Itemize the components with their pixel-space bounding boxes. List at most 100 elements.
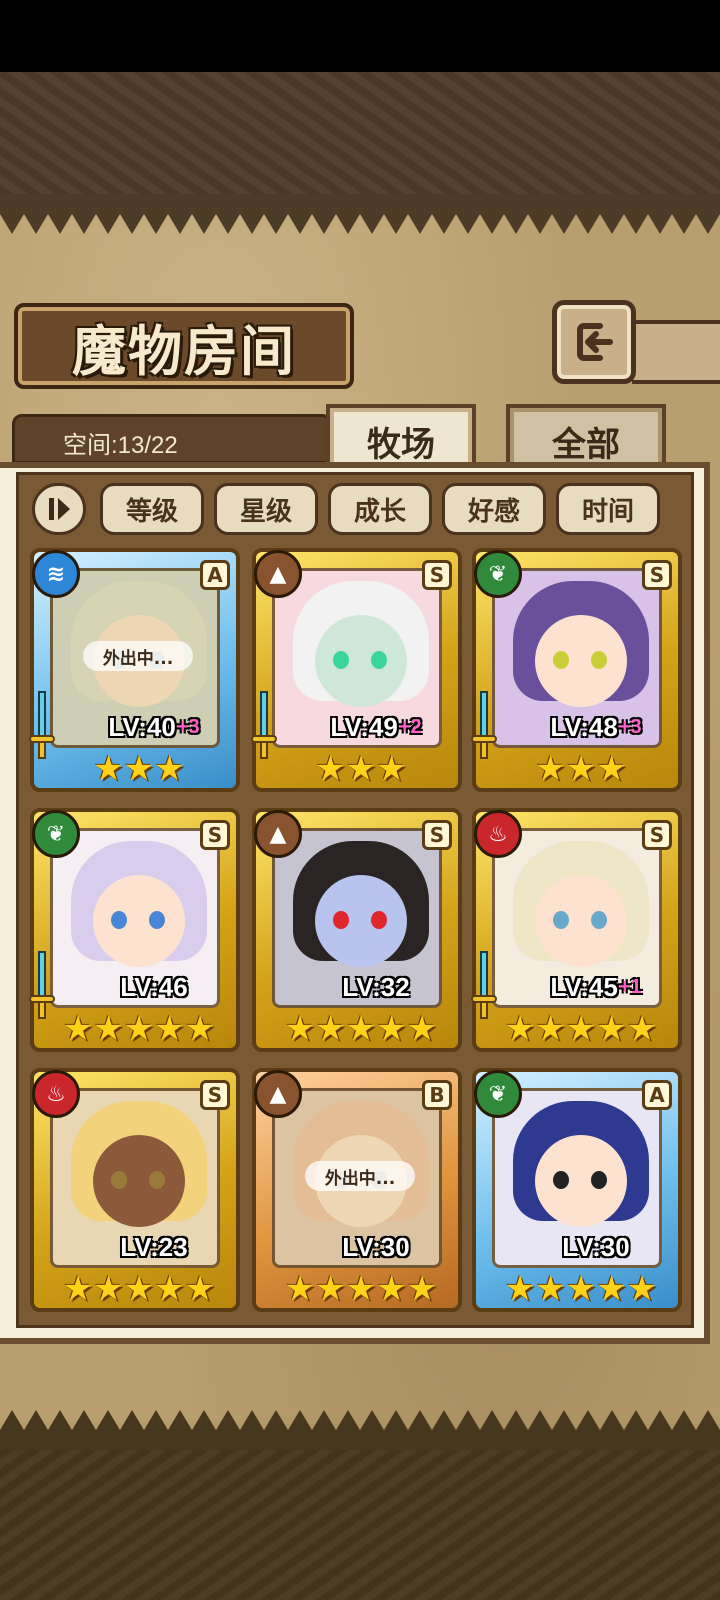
monster-eye: [149, 911, 165, 929]
monster-face: [315, 875, 407, 967]
title-plate: 魔物房间: [14, 303, 354, 389]
monster-card[interactable]: 外出中... ≋ A LV:40 +3 ★★★: [29, 548, 240, 792]
star-rating: ★★★★★: [284, 1269, 438, 1309]
monster-face: [535, 1135, 627, 1227]
monster-card[interactable]: ❦ A LV:30 ★★★★★: [472, 1068, 682, 1312]
monster-eye: [553, 1171, 569, 1189]
monster-face: [93, 1135, 185, 1227]
away-status-label: 外出中...: [305, 1161, 415, 1191]
monster-level: LV:46: [74, 970, 234, 1004]
monster-face: [315, 615, 407, 707]
monster-level: LV:23: [74, 1230, 234, 1264]
monster-card[interactable]: 外出中... ▲ B LV:30 ★★★★★: [252, 1068, 462, 1312]
monster-eye: [591, 651, 607, 669]
level-value: LV:23: [120, 1231, 188, 1262]
level-bonus: +3: [618, 715, 642, 738]
monster-face: [535, 875, 627, 967]
rank-badge: B: [422, 1080, 452, 1110]
sort-order-toggle[interactable]: [32, 483, 86, 535]
level-value: LV:30: [342, 1231, 410, 1262]
rank-badge: S: [200, 820, 230, 850]
star-rating: ★★★★★: [62, 1269, 216, 1309]
sort-by-level-button[interactable]: 等级: [100, 483, 204, 535]
fire-icon: ♨: [474, 810, 522, 858]
water-icon: ≋: [32, 550, 80, 598]
level-bonus: +2: [398, 715, 422, 738]
level-value: LV:49: [330, 711, 398, 742]
monster-eye: [371, 651, 387, 669]
star-rating: ★★★★★: [284, 1009, 438, 1049]
monster-level: LV:49 +2: [296, 710, 456, 744]
monster-card[interactable]: ❦ S LV:48 +3 ★★★: [471, 548, 682, 792]
background-map-top: [0, 72, 720, 194]
earth-icon: ▲: [254, 1070, 302, 1118]
leaf-icon: ❦: [474, 550, 522, 598]
sort-by-affection-button[interactable]: 好感: [442, 483, 546, 535]
monster-eye: [149, 1171, 165, 1189]
level-value: LV:30: [562, 1231, 630, 1262]
rank-badge: A: [200, 560, 230, 590]
star-rating: ★★★: [315, 749, 407, 789]
monster-eye: [333, 651, 349, 669]
monster-eye: [333, 911, 349, 929]
star-rating: ★★★★★: [62, 1009, 216, 1049]
monster-level: LV:40 +3: [74, 710, 234, 744]
page-title: 魔物房间: [72, 318, 296, 383]
level-value: LV:32: [342, 971, 410, 1002]
rank-badge: S: [422, 560, 452, 590]
back-button[interactable]: [552, 300, 636, 384]
parchment-bottom-edge: [0, 1410, 720, 1450]
monster-level: LV:48 +3: [516, 710, 676, 744]
monster-card[interactable]: ♨ S LV:23 ★★★★★: [30, 1068, 240, 1312]
back-button-rail: [632, 320, 720, 384]
sort-bar: 等级 星级 成长 好感 时间: [28, 483, 668, 535]
star-rating: ★★★★★: [504, 1009, 658, 1049]
monster-eye: [591, 1171, 607, 1189]
star-rating: ★★★: [535, 749, 627, 789]
level-value: LV:46: [120, 971, 188, 1002]
parchment-top-edge: [0, 194, 720, 234]
sort-by-star-button[interactable]: 星级: [214, 483, 318, 535]
level-value: LV:48: [550, 711, 618, 742]
sort-order-icon: [49, 498, 70, 520]
sort-by-growth-button[interactable]: 成长: [328, 483, 432, 535]
earth-icon: ▲: [254, 550, 302, 598]
star-rating: ★★★★★: [504, 1269, 658, 1309]
monster-eye: [553, 911, 569, 929]
background-map-bottom: [0, 1448, 720, 1600]
leaf-icon: ❦: [32, 810, 80, 858]
monster-eye: [371, 911, 387, 929]
level-bonus: +1: [618, 975, 642, 998]
earth-icon: ▲: [254, 810, 302, 858]
rank-badge: A: [642, 1080, 672, 1110]
monster-level: LV:45 +1: [516, 970, 676, 1004]
rank-badge: S: [200, 1080, 230, 1110]
monster-card[interactable]: ▲ S LV:32 ★★★★★: [252, 808, 462, 1052]
return-arrow-icon: [577, 323, 613, 361]
level-value: LV:40: [108, 711, 176, 742]
capacity-label: 空间:13/22: [63, 432, 178, 459]
monster-eye: [111, 1171, 127, 1189]
leaf-icon: ❦: [474, 1070, 522, 1118]
monster-face: [535, 615, 627, 707]
monster-face: [93, 875, 185, 967]
monster-card[interactable]: ♨ S LV:45 +1 ★★★★★: [471, 808, 682, 1052]
monster-eye: [591, 911, 607, 929]
fire-icon: ♨: [32, 1070, 80, 1118]
level-value: LV:45: [550, 971, 618, 1002]
status-bar-area: [0, 0, 720, 72]
monster-card[interactable]: ▲ S LV:49 +2 ★★★: [251, 548, 462, 792]
level-bonus: +3: [176, 715, 200, 738]
capacity-tab: 空间:13/22: [12, 414, 332, 464]
monster-level: LV:30: [516, 1230, 676, 1264]
away-status-label: 外出中...: [83, 641, 193, 671]
monster-eye: [111, 911, 127, 929]
sort-by-time-button[interactable]: 时间: [556, 483, 660, 535]
monster-level: LV:30: [296, 1230, 456, 1264]
rank-badge: S: [642, 560, 672, 590]
monster-level: LV:32: [296, 970, 456, 1004]
rank-badge: S: [642, 820, 672, 850]
monster-eye: [553, 651, 569, 669]
star-rating: ★★★: [93, 749, 185, 789]
monster-card[interactable]: ❦ S LV:46 ★★★★★: [29, 808, 240, 1052]
